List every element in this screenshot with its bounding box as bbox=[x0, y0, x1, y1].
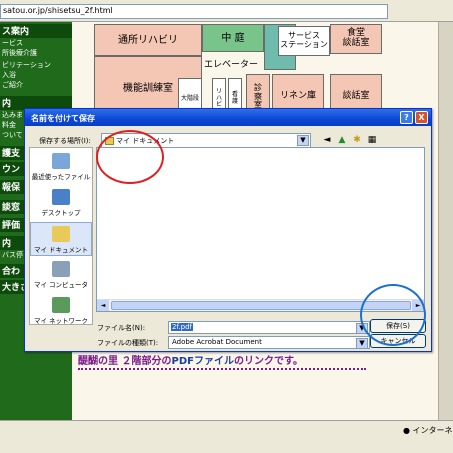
save-button[interactable]: 保存(S) bbox=[370, 319, 426, 333]
file-list-scrollbar[interactable]: ◄ ► bbox=[97, 299, 424, 311]
close-button[interactable]: X bbox=[415, 111, 428, 124]
scroll-right-icon[interactable]: ► bbox=[412, 300, 424, 311]
page-scrollbar[interactable] bbox=[438, 22, 453, 420]
room-dining: 食堂 談話室 bbox=[330, 24, 382, 54]
filename-value: 2f.pdf bbox=[171, 323, 193, 331]
pdf-file-link[interactable]: PDFファイル bbox=[171, 356, 233, 367]
my-network-icon bbox=[52, 297, 70, 313]
folder-icon bbox=[105, 137, 114, 145]
status-bar: ● インターネット bbox=[0, 420, 453, 442]
view-menu-icon[interactable]: ▦ bbox=[366, 134, 378, 146]
chevron-down-icon[interactable]: ▼ bbox=[356, 338, 368, 349]
chevron-down-icon[interactable]: ▼ bbox=[356, 323, 368, 334]
cancel-button[interactable]: キャンセル bbox=[370, 334, 426, 348]
internet-zone-indicator: ● インターネット bbox=[403, 426, 453, 435]
sidebar-item[interactable]: ス案内 bbox=[0, 24, 72, 38]
save-location-dropdown[interactable]: マイ ドキュメント ▼ bbox=[101, 133, 311, 148]
taskbar bbox=[0, 442, 453, 453]
scroll-left-icon[interactable]: ◄ bbox=[97, 300, 109, 311]
filetype-value: Adobe Acrobat Document bbox=[172, 338, 262, 346]
place-label: マイ コンピュータ bbox=[33, 281, 89, 289]
sidebar-item[interactable]: 入浴 bbox=[0, 70, 72, 80]
dialog-title: 名前を付けて保存 bbox=[31, 114, 95, 123]
new-folder-icon[interactable]: ✱ bbox=[351, 134, 363, 146]
globe-icon: ● bbox=[403, 426, 410, 435]
place-my-network[interactable]: マイ ネットワーク bbox=[30, 294, 92, 328]
filetype-label: ファイルの種類(T): bbox=[97, 339, 159, 347]
back-icon[interactable]: ◄ bbox=[321, 134, 333, 146]
save-location-value: マイ ドキュメント bbox=[116, 137, 175, 145]
save-location-label: 保存する場所(I): bbox=[39, 137, 91, 145]
address-bar: satou.or.jp/shisetsu_2f.html bbox=[0, 0, 453, 22]
recent-files-icon bbox=[52, 153, 70, 169]
place-label: マイ ネットワーク bbox=[33, 317, 89, 325]
pdf-note-suffix: のリンクです。 bbox=[233, 356, 303, 367]
sidebar-item[interactable]: ービス bbox=[0, 38, 72, 48]
elevator-label: エレベーター bbox=[203, 60, 258, 71]
place-my-documents[interactable]: マイ ドキュメント bbox=[30, 222, 92, 256]
sidebar-item[interactable]: ビリテーション bbox=[0, 60, 72, 70]
place-desktop[interactable]: デスクトップ bbox=[30, 186, 92, 220]
room-day-rehab: 通所リハビリ bbox=[94, 24, 202, 56]
pdf-note-prefix: 醍醐の里 ２階部分の bbox=[78, 356, 172, 367]
places-bar: 最近使ったファイル デスクトップ マイ ドキュメント マイ コンピュータ マイ ネットワ… bbox=[29, 147, 93, 325]
pdf-link-note: 醍醐の里 ２階部分のPDFファイルのリンクです。 bbox=[78, 352, 366, 370]
url-field[interactable]: satou.or.jp/shisetsu_2f.html bbox=[0, 4, 388, 19]
place-recent-files[interactable]: 最近使ったファイル bbox=[30, 150, 92, 184]
filename-input[interactable]: 2f.pdf ▼ bbox=[168, 321, 370, 334]
sidebar-item[interactable]: 所後療介護 bbox=[0, 48, 72, 58]
scroll-thumb[interactable] bbox=[111, 301, 411, 310]
room-service-station: サービス ステーション bbox=[278, 26, 330, 56]
help-button[interactable]: ? bbox=[400, 111, 413, 124]
save-as-dialog: 名前を付けて保存 ? X 保存する場所(I): マイ ドキュメント ▼ ◄ ▲ … bbox=[24, 108, 432, 352]
my-documents-icon bbox=[52, 226, 70, 242]
desktop-icon bbox=[52, 189, 70, 205]
sidebar-item[interactable]: ご紹介 bbox=[0, 80, 72, 90]
file-list[interactable]: ◄ ► bbox=[96, 147, 425, 312]
place-label: 最近使ったファイル bbox=[31, 173, 91, 181]
filename-label: ファイル名(N): bbox=[97, 324, 146, 332]
my-computer-icon bbox=[52, 261, 70, 277]
chevron-down-icon[interactable]: ▼ bbox=[297, 135, 309, 146]
place-label: マイ ドキュメント bbox=[33, 246, 89, 254]
filetype-dropdown[interactable]: Adobe Acrobat Document ▼ bbox=[168, 336, 370, 349]
room-courtyard: 中 庭 bbox=[202, 24, 264, 52]
up-folder-icon[interactable]: ▲ bbox=[336, 134, 348, 146]
place-label: デスクトップ bbox=[41, 209, 81, 217]
dialog-title-bar[interactable]: 名前を付けて保存 ? X bbox=[25, 109, 431, 126]
place-my-computer[interactable]: マイ コンピュータ bbox=[30, 258, 92, 292]
